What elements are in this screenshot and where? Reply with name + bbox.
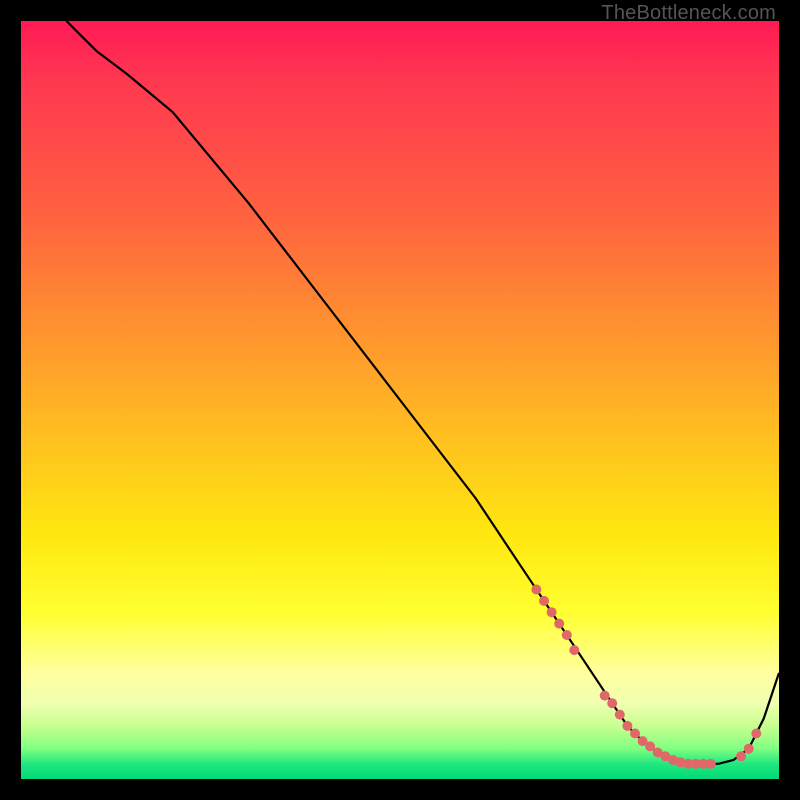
highlight-dots xyxy=(531,585,761,769)
watermark-text: TheBottleneck.com xyxy=(601,2,776,25)
highlight-dot xyxy=(554,619,564,629)
gradient-plot-area xyxy=(21,21,779,779)
curve-layer xyxy=(21,21,779,779)
highlight-dot xyxy=(736,751,746,761)
highlight-dot xyxy=(607,698,617,708)
highlight-dot xyxy=(622,721,632,731)
highlight-dot xyxy=(751,729,761,739)
chart-frame: TheBottleneck.com xyxy=(0,0,800,800)
highlight-dot xyxy=(630,729,640,739)
highlight-dot xyxy=(539,596,549,606)
highlight-dot xyxy=(562,630,572,640)
highlight-dot xyxy=(547,607,557,617)
bottleneck-curve xyxy=(67,21,780,764)
highlight-dot xyxy=(744,744,754,754)
highlight-dot xyxy=(569,645,579,655)
highlight-dot xyxy=(600,691,610,701)
highlight-dot xyxy=(615,710,625,720)
highlight-dot xyxy=(706,759,716,769)
highlight-dot xyxy=(531,585,541,595)
